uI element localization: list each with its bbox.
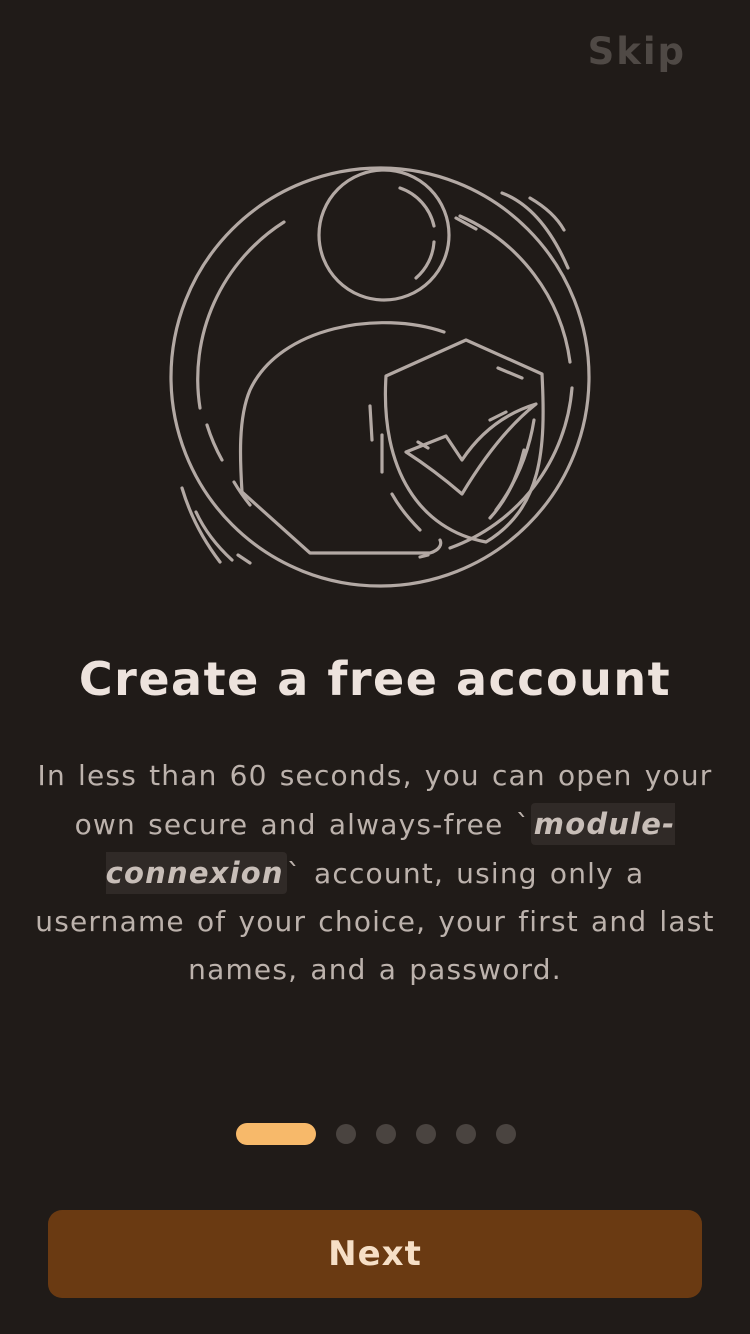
page-title: Create a free account — [78, 652, 672, 706]
page-dot[interactable] — [376, 1124, 396, 1144]
next-button-label: Next — [328, 1234, 422, 1274]
page-dot[interactable] — [496, 1124, 516, 1144]
page-dot[interactable] — [456, 1124, 476, 1144]
user-shield-check-icon — [150, 150, 610, 610]
page-indicator — [0, 1123, 750, 1145]
page-dot[interactable] — [416, 1124, 436, 1144]
next-button[interactable]: Next — [48, 1210, 702, 1298]
page-dot[interactable] — [336, 1124, 356, 1144]
description-text: In less than 60 seconds, you can open yo… — [30, 752, 720, 994]
skip-button[interactable]: Skip — [588, 30, 686, 73]
page-dot-active[interactable] — [236, 1123, 316, 1145]
onboarding-screen: Skip Create a free account In less than … — [0, 0, 750, 1334]
